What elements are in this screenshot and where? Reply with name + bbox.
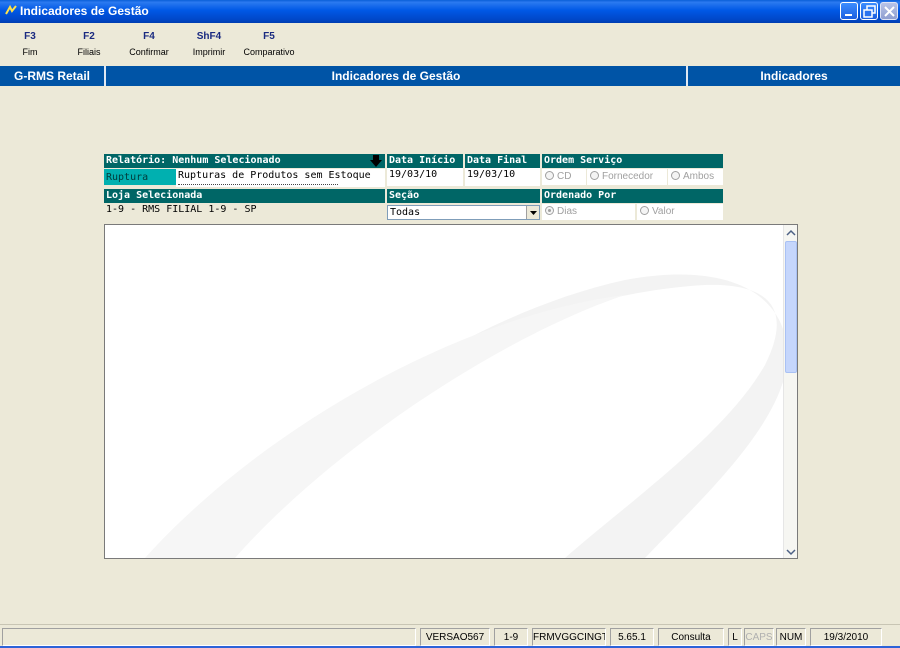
relatorio-label: Relatório: Nenhum Selecionado: [106, 155, 281, 166]
radio-icon: [640, 206, 649, 215]
secao-select[interactable]: Todas: [387, 205, 540, 220]
status-caps: CAPS: [744, 628, 774, 646]
app-icon: [5, 4, 17, 15]
minimize-icon: [845, 14, 852, 16]
radio-dias[interactable]: Dias: [542, 204, 635, 220]
relatorio-category[interactable]: Ruptura: [104, 169, 176, 185]
fim-label: Fim: [22, 47, 38, 57]
dropdown-button[interactable]: [526, 206, 539, 219]
filiais-key: F2: [83, 31, 95, 42]
radio-cd-label: CD: [557, 171, 572, 182]
restore-button[interactable]: [860, 2, 878, 20]
ordem-servico-header: Ordem Serviço: [542, 154, 723, 168]
scroll-up-button[interactable]: [784, 225, 797, 239]
relatorio-item[interactable]: Rupturas de Produtos sem Estoque: [176, 169, 385, 185]
relatorio-header: Relatório: Nenhum Selecionado: [104, 154, 385, 168]
radio-icon: [590, 171, 599, 180]
results-panel[interactable]: [104, 224, 798, 559]
next-list-item: [178, 184, 338, 186]
data-inicio-input[interactable]: 19/03/10: [387, 168, 463, 186]
loja-value[interactable]: 1-9 - RMS FILIAL 1-9 - SP: [104, 203, 385, 219]
status-form: FRMVGGCINGT: [532, 628, 606, 646]
status-version: VERSAO567: [420, 628, 490, 646]
scroll-thumb[interactable]: [785, 241, 797, 373]
fim-button[interactable]: F3 Fim: [14, 31, 46, 57]
ordenado-header: Ordenado Por: [542, 189, 723, 203]
minimize-button[interactable]: [840, 2, 858, 20]
module-name: G-RMS Retail: [13, 69, 90, 83]
status-date: 19/3/2010: [810, 628, 882, 646]
function-key-toolbar: F3 Fim F2 Filiais F4 Confirmar ShF4 Impr…: [0, 23, 900, 66]
imprimir-label: Imprimir: [192, 47, 226, 57]
chevron-down-icon: [786, 549, 796, 556]
radio-checked-icon: [545, 206, 554, 215]
radio-fornecedor[interactable]: Fornecedor: [587, 169, 667, 185]
radio-icon: [671, 171, 680, 180]
data-final-header: Data Final: [465, 154, 540, 168]
radio-ambos-label: Ambos: [683, 171, 715, 182]
close-button[interactable]: [880, 2, 898, 20]
status-message: [2, 628, 416, 646]
status-mode: Consulta: [658, 628, 724, 646]
confirmar-button[interactable]: F4 Confirmar: [124, 31, 174, 57]
data-final-input[interactable]: 19/03/10: [465, 168, 540, 186]
confirmar-label: Confirmar: [129, 47, 169, 57]
comparativo-label: Comparativo: [243, 47, 295, 57]
scroll-down-button[interactable]: [784, 544, 797, 558]
filiais-button[interactable]: F2 Filiais: [72, 31, 106, 57]
comparativo-button[interactable]: F5 Comparativo: [238, 31, 300, 57]
relatorio-list-clip: [176, 184, 385, 187]
radio-ambos[interactable]: Ambos: [668, 169, 723, 185]
radio-dias-label: Dias: [557, 206, 578, 217]
imprimir-button[interactable]: ShF4 Imprimir: [186, 31, 232, 57]
restore-icon: [863, 5, 876, 18]
status-store: 1-9: [494, 628, 528, 646]
screen-title: Indicadores de Gestão: [331, 69, 461, 83]
comparativo-key: F5: [263, 31, 275, 42]
secao-header: Seção: [387, 189, 540, 203]
confirmar-key: F4: [143, 31, 155, 42]
fim-key: F3: [24, 31, 36, 42]
radio-valor[interactable]: Valor: [637, 204, 723, 220]
imprimir-key: ShF4: [196, 31, 222, 42]
watermark-swoosh: [145, 274, 785, 558]
status-bar: VERSAO567 1-9 FRMVGGCINGT 5.65.1 Consult…: [0, 624, 900, 648]
radio-valor-label: Valor: [652, 206, 675, 217]
radio-cd[interactable]: CD: [542, 169, 586, 185]
chevron-up-icon: [786, 229, 796, 236]
section-title: Indicadores: [760, 69, 828, 83]
status-num: NUM: [776, 628, 806, 646]
status-l: L: [728, 628, 742, 646]
data-inicio-header: Data Início: [387, 154, 463, 168]
arrow-down-icon[interactable]: [369, 155, 383, 167]
window-title: Indicadores de Gestão: [20, 4, 149, 18]
vertical-scrollbar[interactable]: [783, 225, 797, 558]
close-icon: [884, 6, 895, 17]
title-bar: Indicadores de Gestão: [0, 0, 900, 23]
loja-header: Loja Selecionada: [104, 189, 385, 203]
radio-fornecedor-label: Fornecedor: [602, 171, 654, 182]
filiais-label: Filiais: [77, 47, 101, 57]
chevron-down-icon: [530, 211, 537, 215]
secao-value: Todas: [390, 207, 421, 218]
radio-icon: [545, 171, 554, 180]
module-header: G-RMS Retail Indicadores de Gestão Indic…: [0, 66, 900, 86]
status-build: 5.65.1: [610, 628, 654, 646]
